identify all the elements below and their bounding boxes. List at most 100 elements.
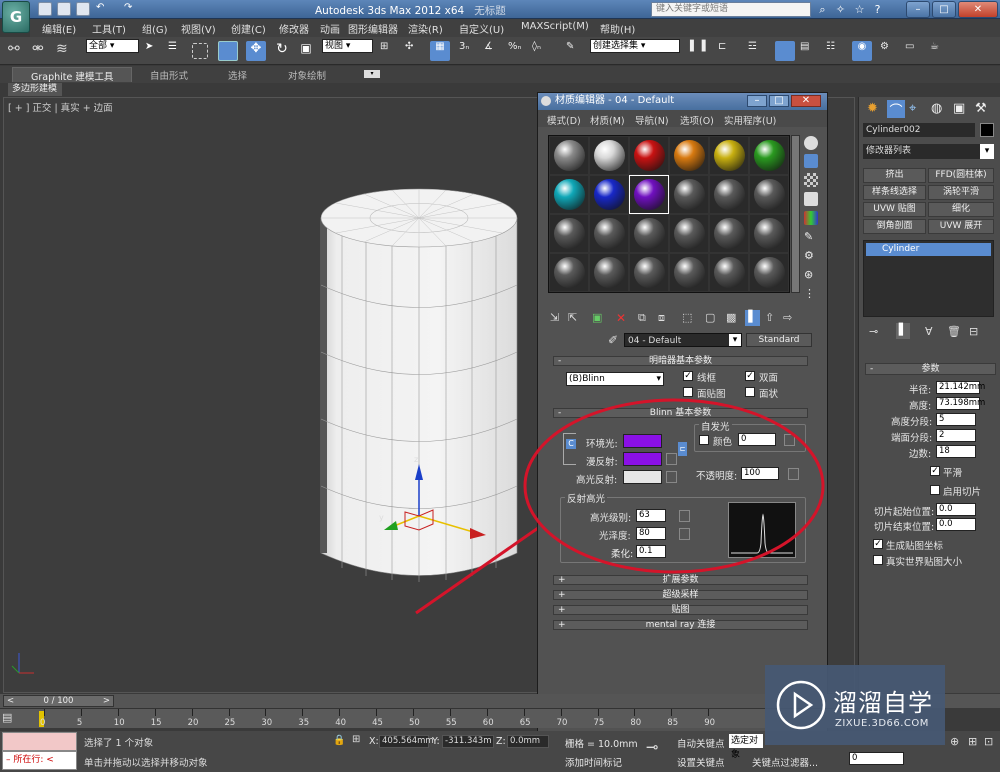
- absolute-mode-icon[interactable]: ⊞: [352, 734, 360, 745]
- make-unique-icon[interactable]: ∀: [925, 325, 933, 338]
- cap-segs-spinner[interactable]: 2: [936, 429, 976, 442]
- get-material-icon[interactable]: ⇲: [550, 311, 559, 324]
- material-slot[interactable]: [749, 175, 789, 214]
- maximize-button[interactable]: □: [932, 1, 956, 18]
- material-slot[interactable]: [629, 175, 669, 214]
- material-slot[interactable]: [589, 175, 629, 214]
- make-unique-mat-icon[interactable]: ⧈: [658, 311, 665, 325]
- pivot-center-icon[interactable]: ⊞: [380, 41, 400, 61]
- render-teapot-icon[interactable]: ☕: [930, 41, 950, 61]
- material-type-button[interactable]: Standard: [746, 333, 812, 347]
- smooth-checkbox[interactable]: ✓: [930, 466, 940, 476]
- turbosmooth-button[interactable]: 涡轮平滑: [928, 185, 994, 200]
- configure-sets-icon[interactable]: ⊟: [969, 325, 978, 338]
- background-checker-icon[interactable]: [804, 173, 818, 187]
- tab-object-paint[interactable]: 对象绘制: [288, 68, 326, 82]
- connect-icon[interactable]: ✧: [833, 3, 848, 16]
- star-icon[interactable]: ☆: [852, 3, 867, 16]
- wire-checkbox[interactable]: ✓: [683, 371, 693, 381]
- percent-snap-icon[interactable]: %ₙ: [508, 41, 528, 61]
- select-by-name-icon[interactable]: ☰: [168, 41, 188, 61]
- select-by-material-icon[interactable]: ⊛: [804, 268, 818, 282]
- material-slot[interactable]: [589, 253, 629, 292]
- curve-editor-icon[interactable]: ▤: [800, 41, 820, 61]
- pick-material-icon[interactable]: ✐: [608, 333, 618, 347]
- material-slot[interactable]: [629, 214, 669, 253]
- named-selection-set-dropdown[interactable]: 创建选择集 ▾: [590, 39, 680, 53]
- maxscript-listener-top[interactable]: [2, 732, 77, 751]
- options-icon[interactable]: ⚙: [804, 249, 818, 263]
- minimize-button[interactable]: –: [906, 1, 930, 18]
- material-slot[interactable]: [749, 136, 789, 175]
- time-slider-thumb[interactable]: <0 / 100 >: [3, 695, 114, 707]
- close-window-button[interactable]: ✕: [958, 1, 998, 18]
- keyboard-shortcut-icon[interactable]: ▦: [430, 41, 450, 61]
- help-icon[interactable]: ?: [870, 3, 885, 16]
- slots-scrollbar[interactable]: [791, 135, 800, 293]
- material-slot[interactable]: [669, 253, 709, 292]
- bind-spacewarp-icon[interactable]: ≋: [56, 41, 76, 61]
- menu-animation[interactable]: 动画: [320, 21, 340, 36]
- zoom-extents-icon[interactable]: ⊡: [984, 735, 993, 748]
- material-slot[interactable]: [549, 214, 589, 253]
- show-end-result-icon[interactable]: ▌: [896, 323, 910, 339]
- set-key-button[interactable]: 设置关键点: [677, 755, 725, 769]
- unwrap-uvw-button[interactable]: UVW 展开: [928, 219, 994, 234]
- material-slot[interactable]: [629, 253, 669, 292]
- menu-maxscript[interactable]: MAXScript(M): [521, 21, 589, 32]
- backlight-icon[interactable]: [804, 154, 818, 168]
- layer-manager-icon[interactable]: ☲: [748, 41, 768, 61]
- copy-material-icon[interactable]: ⧉: [638, 311, 646, 325]
- two-sided-checkbox[interactable]: ✓: [745, 371, 755, 381]
- menu-help[interactable]: 帮助(H): [600, 21, 635, 36]
- mental-ray-rollout[interactable]: + mental ray 连接: [553, 620, 808, 630]
- video-color-check-icon[interactable]: [804, 211, 818, 225]
- go-to-parent-icon[interactable]: ⇧: [765, 311, 774, 324]
- tab-selection[interactable]: 选择: [228, 68, 247, 82]
- app-menu-button[interactable]: G: [2, 1, 30, 33]
- ref-coord-dropdown[interactable]: 视图 ▾: [322, 39, 373, 53]
- x-coordinate-field[interactable]: 405.564mm: [379, 735, 434, 748]
- auto-key-button[interactable]: 自动关键点: [677, 736, 725, 750]
- assign-to-selection-icon[interactable]: ▣: [592, 311, 602, 324]
- create-tab-icon[interactable]: ✹: [867, 101, 883, 117]
- bevel-profile-button[interactable]: 倒角剖面: [863, 219, 926, 234]
- med-minimize-button[interactable]: –: [747, 95, 767, 107]
- modifier-list-dropdown[interactable]: 修改器列表 ▾: [863, 144, 994, 159]
- menu-customize[interactable]: 自定义(U): [459, 21, 504, 36]
- modify-tab-icon[interactable]: ⌒: [887, 100, 905, 119]
- remove-modifier-icon[interactable]: 🗑: [947, 325, 961, 338]
- graphite-toggle-icon[interactable]: [775, 41, 795, 61]
- select-rotate-icon[interactable]: ↻: [272, 41, 292, 61]
- med-menu-material[interactable]: 材质(M): [590, 113, 625, 127]
- z-coordinate-field[interactable]: 0.0mm: [507, 735, 549, 748]
- maps-rollout[interactable]: + 贴图: [553, 605, 808, 615]
- spline-select-button[interactable]: 样条线选择: [863, 185, 926, 200]
- utilities-tab-icon[interactable]: ⚒: [975, 101, 991, 117]
- select-scale-icon[interactable]: ▣: [296, 41, 316, 61]
- key-filters-button[interactable]: 关键点过滤器...: [752, 755, 818, 769]
- tab-freeform[interactable]: 自由形式: [150, 68, 188, 82]
- material-slot[interactable]: [549, 253, 589, 292]
- slice-on-checkbox[interactable]: [930, 485, 940, 495]
- track-bar[interactable]: ▤ 0 5 10 15 20 25 30 35 40 45 50 55 60 65 70 75 80 85 90: [0, 708, 855, 728]
- med-menu-navigation[interactable]: 导航(N): [635, 113, 669, 127]
- material-slot[interactable]: [709, 253, 749, 292]
- material-slot[interactable]: [749, 253, 789, 292]
- show-map-icon[interactable]: ▩: [726, 311, 736, 324]
- select-object-icon[interactable]: ➤: [145, 41, 165, 61]
- put-to-scene-icon[interactable]: ⇱: [568, 311, 577, 324]
- undo-icon[interactable]: ↶: [96, 2, 110, 16]
- add-time-tag[interactable]: 添加时间标记: [565, 755, 622, 769]
- uv-tiling-icon[interactable]: [804, 192, 818, 206]
- material-slot[interactable]: [669, 175, 709, 214]
- material-slot[interactable]: [709, 214, 749, 253]
- extrude-button[interactable]: 挤出: [863, 168, 926, 183]
- material-editor-icon[interactable]: ◉: [852, 41, 872, 61]
- modifier-stack[interactable]: Cylinder: [863, 240, 994, 317]
- mirror-icon[interactable]: ▌▐: [690, 41, 710, 61]
- slice-from-spinner[interactable]: 0.0: [936, 503, 976, 516]
- hierarchy-tab-icon[interactable]: ⌖: [909, 101, 925, 117]
- material-slot[interactable]: [749, 214, 789, 253]
- material-slot[interactable]: [669, 136, 709, 175]
